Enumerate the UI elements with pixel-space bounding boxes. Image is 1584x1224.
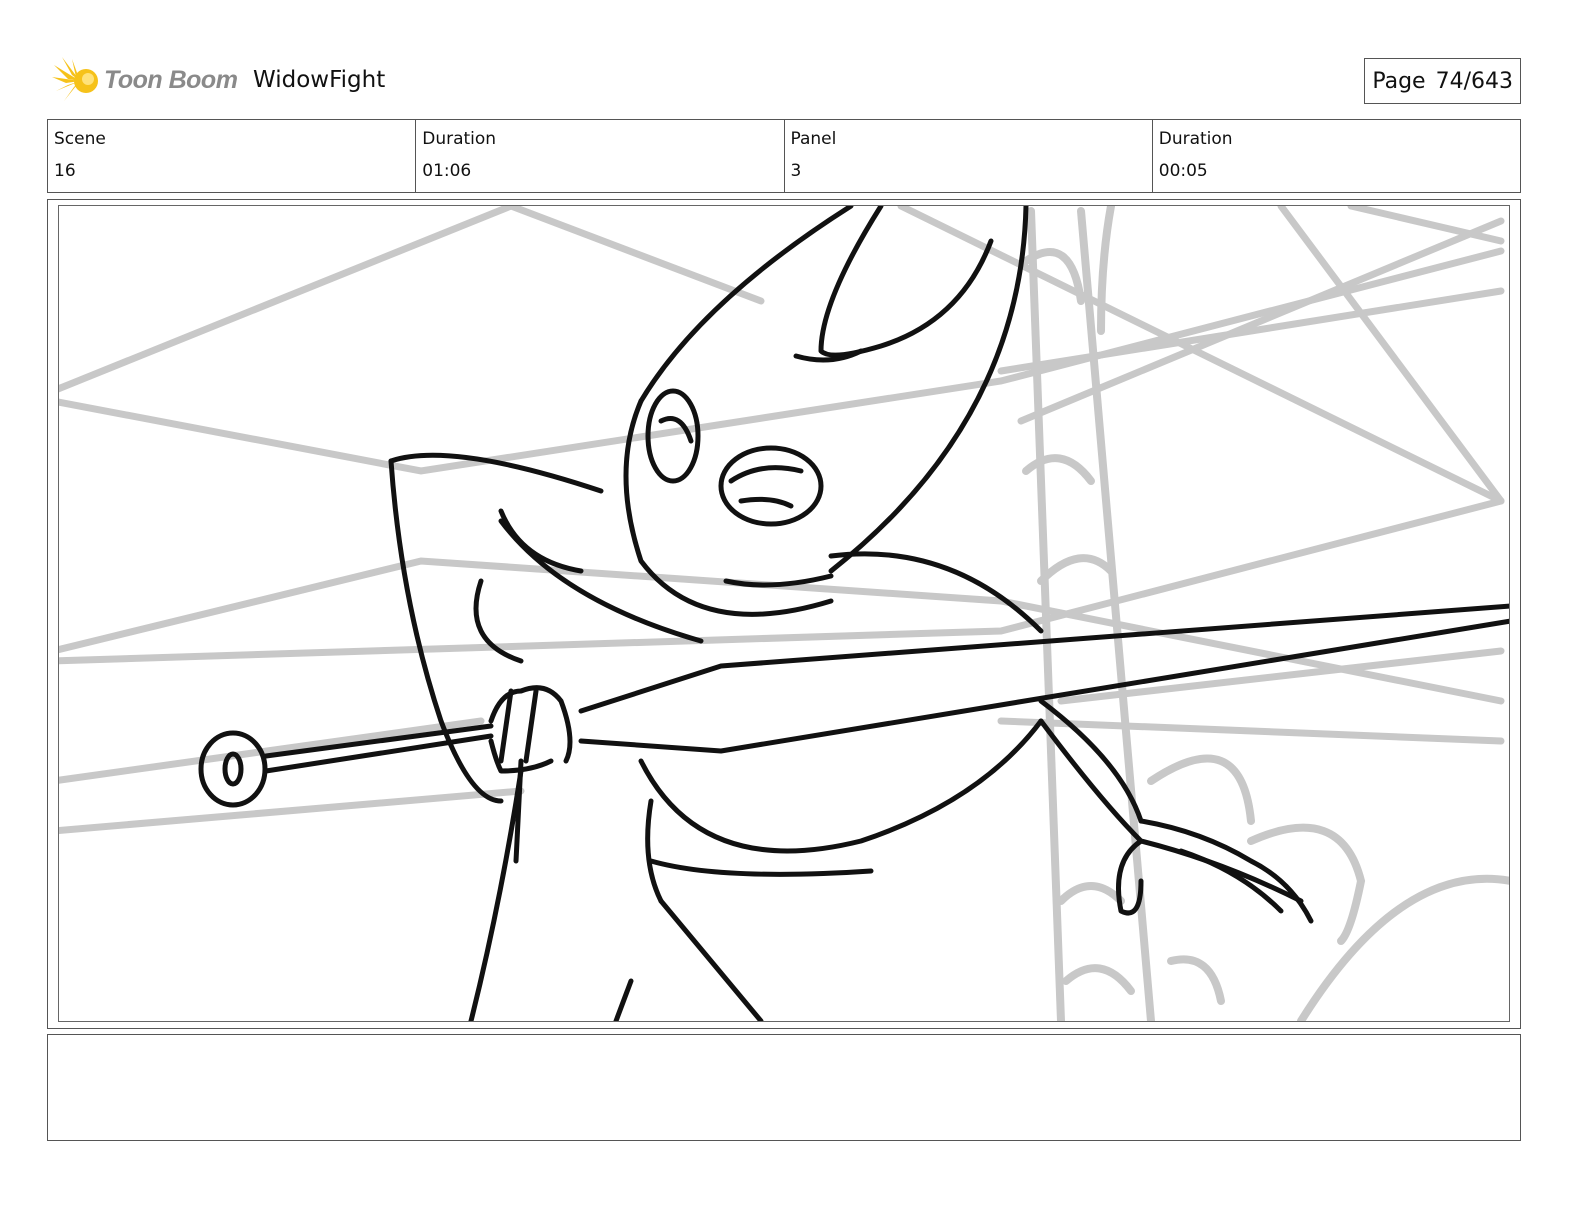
scene-label: Scene [54,129,106,149]
storyboard-sketch [58,205,1510,1022]
scene-duration-cell: Duration 01:06 [416,120,785,192]
scene-duration-label: Duration [422,129,497,149]
page-label: Page [1372,68,1426,94]
panel-duration-cell: Duration 00:05 [1153,120,1520,192]
panel-value: 3 [790,161,802,181]
panel-duration-label: Duration [1158,129,1233,149]
project-title: WidowFight [253,67,386,93]
page-number: 74/643 [1435,68,1513,94]
storyboard-header: Toon Boom WidowFight Page 74/643 [50,55,1521,107]
background-web-sketch [59,206,1505,834]
toon-boom-logo: Toon Boom [50,55,240,107]
character-sketch [388,206,1314,1021]
scene-value: 16 [54,161,76,181]
page-indicator: Page 74/643 [1364,58,1521,104]
sketch-drawing [59,206,1509,1021]
star-icon [52,57,98,101]
scene-cell: Scene 16 [48,120,417,192]
panel-info-table: Scene 16 Duration 01:06 Panel 3 Duration… [47,119,1521,193]
panel-duration-value: 00:05 [1158,161,1208,181]
brand-name: Toon Boom [104,66,238,94]
panel-cell: Panel 3 [785,120,1153,192]
scene-duration-value: 01:06 [422,161,472,181]
panel-label: Panel [790,129,837,149]
panel-notes-box[interactable] [47,1034,1521,1141]
